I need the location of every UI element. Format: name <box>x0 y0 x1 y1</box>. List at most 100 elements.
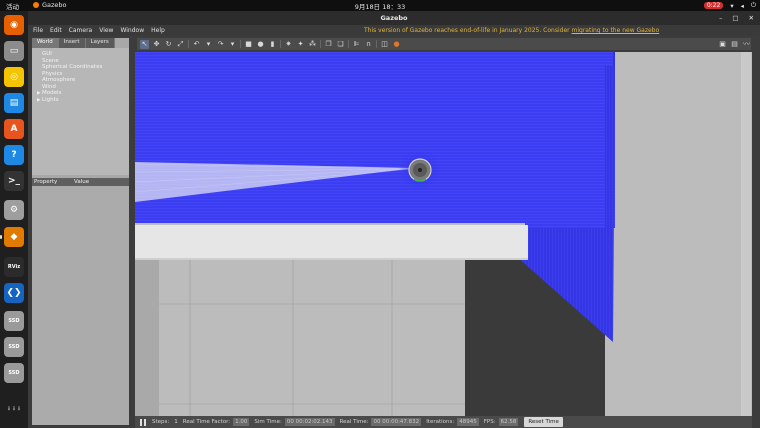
obstacle-top-surface <box>135 52 615 230</box>
tab-insert[interactable]: Insert <box>58 38 86 48</box>
dock-rhythmbox-icon[interactable]: ◎ <box>4 67 24 87</box>
pause-icon <box>140 418 142 426</box>
redo-tool-icon[interactable]: ↷ <box>216 40 225 49</box>
real-time-label: Real Time: <box>339 419 369 425</box>
sim-time-label: Sim Time: <box>254 419 282 425</box>
dock-app-grid-icon[interactable]: ⋮⋮⋮ <box>4 399 24 419</box>
menu-bar: File Edit Camera View Window Help This v… <box>28 25 760 36</box>
clock[interactable]: 9月18日 18：33 <box>0 1 760 11</box>
tab-world[interactable]: World <box>32 38 59 48</box>
system-top-bar: 活动 Gazebo 9月18日 18：33 0:22 ▾ ◂ ⏻ <box>0 0 760 11</box>
property-table-header: Property Value <box>32 178 129 186</box>
dock-software-icon[interactable]: A <box>4 119 24 139</box>
3d-viewport[interactable] <box>135 52 752 416</box>
dock-ssd-2-icon[interactable]: SSD <box>4 337 24 357</box>
rtf-value: 1.00 <box>233 418 250 426</box>
align-tool-icon[interactable]: ⊫ <box>352 40 361 49</box>
dock-writer-icon[interactable]: ▤ <box>4 93 24 113</box>
translate-tool-icon[interactable]: ✥ <box>152 40 161 49</box>
system-tray[interactable]: 0:22 ▾ ◂ ⏻ <box>703 1 756 10</box>
dock-gazebo-icon[interactable]: ◆ <box>0 227 24 247</box>
cylinder-tool-icon[interactable]: ▮ <box>268 40 277 49</box>
menu-help[interactable]: Help <box>151 27 165 34</box>
tab-layers[interactable]: Layers <box>85 38 115 48</box>
undo-dropdown-tool-icon[interactable]: ▾ <box>204 40 213 49</box>
migration-link[interactable]: migrating to the new Gazebo <box>572 27 660 34</box>
rotate-tool-icon[interactable]: ↻ <box>164 40 173 49</box>
pause-button[interactable] <box>139 418 147 426</box>
menu-view[interactable]: View <box>99 27 113 34</box>
change-view-tool-icon[interactable]: ◫ <box>380 40 389 49</box>
toolbar-separator <box>348 40 349 48</box>
dock-ssd-3-icon[interactable]: SSD <box>4 363 24 383</box>
screenshot-tool-icon[interactable]: ▣ <box>718 40 727 49</box>
right-scroll-panel[interactable] <box>741 52 751 416</box>
toolbar-separator <box>376 40 377 48</box>
dock-rviz-icon[interactable]: RViz <box>4 257 24 277</box>
tree-item-models-label: Models <box>42 90 62 96</box>
copy-tool-icon[interactable]: ❐ <box>324 40 333 49</box>
maximize-icon[interactable]: □ <box>732 11 738 25</box>
toolbar-separator <box>240 40 241 48</box>
menu-edit[interactable]: Edit <box>50 27 62 34</box>
sim-time-value: 00 00:02:02.143 <box>284 418 335 426</box>
paste-tool-icon[interactable]: ❏ <box>336 40 345 49</box>
box-tool-icon[interactable]: ■ <box>244 40 253 49</box>
directional-light-tool-icon[interactable]: ⁂ <box>308 40 317 49</box>
menu-camera[interactable]: Camera <box>69 27 93 34</box>
white-wall-edge <box>135 258 528 260</box>
rtf-label: Real Time Factor: <box>182 419 231 425</box>
scene-render <box>135 52 752 416</box>
left-panel: World Insert Layers GUI Scene Spherical … <box>32 38 129 425</box>
redo-dropdown-tool-icon[interactable]: ▾ <box>228 40 237 49</box>
fps-label: FPS: <box>483 419 496 425</box>
reset-time-button[interactable]: Reset Time <box>524 417 563 427</box>
plot-tool-icon[interactable]: 〰 <box>742 40 751 49</box>
property-table <box>32 186 129 425</box>
window-title: Gazebo <box>380 14 408 22</box>
iterations-label: Iterations: <box>426 419 455 425</box>
tree-item-lights[interactable]: ▶ Lights <box>32 97 129 104</box>
menu-file[interactable]: File <box>33 27 43 34</box>
undo-tool-icon[interactable]: ↶ <box>192 40 201 49</box>
volume-icon: ◂ <box>740 1 744 10</box>
sphere-tool-icon[interactable]: ● <box>256 40 265 49</box>
simulation-status-bar: Steps: 1 Real Time Factor: 1.00 Sim Time… <box>135 416 752 428</box>
fps-value: 62.58 <box>498 418 519 426</box>
toolbar-separator <box>320 40 321 48</box>
record-tool-icon[interactable]: ● <box>392 40 401 49</box>
gazebo-window: Gazebo – □ ✕ File Edit Camera View Windo… <box>28 11 760 428</box>
battery-indicator[interactable]: 0:22 <box>703 2 724 9</box>
log-tool-icon[interactable]: ▤ <box>730 40 739 49</box>
snap-tool-icon[interactable]: ∩ <box>364 40 373 49</box>
value-column-header: Value <box>74 179 90 185</box>
eol-notice-text: This version of Gazebo reaches end-of-li… <box>364 27 572 34</box>
minimize-icon[interactable]: – <box>719 11 722 25</box>
white-wall-block <box>135 225 528 258</box>
iterations-value: 48945 <box>457 418 479 426</box>
real-time-value: 00 00:00:47.832 <box>371 418 422 426</box>
property-column-header: Property <box>34 179 58 185</box>
power-icon: ⏻ <box>750 1 756 9</box>
close-icon[interactable]: ✕ <box>749 11 754 25</box>
select-arrow-tool-icon[interactable]: ↖ <box>140 39 149 49</box>
steps-value[interactable]: 1 <box>174 419 178 425</box>
world-tree: GUI Scene Spherical Coordinates Physics … <box>32 48 129 175</box>
dock-ssd-1-icon[interactable]: SSD <box>4 311 24 331</box>
point-light-tool-icon[interactable]: ✷ <box>284 40 293 49</box>
dock-settings-icon[interactable]: ⚙ <box>4 200 24 220</box>
dock: ◉ ▭ ◎ ▤ A? >_ ⚙ ◆ RViz ❮❯ SSD SSD SSD ⋮⋮⋮ <box>0 11 28 428</box>
wifi-icon: ▾ <box>730 1 734 10</box>
dock-firefox-icon[interactable]: ◉ <box>4 15 24 35</box>
dock-vscode-icon[interactable]: ❮❯ <box>4 283 24 303</box>
left-panel-tabs: World Insert Layers <box>32 38 115 48</box>
dock-terminal-icon[interactable]: >_ <box>4 171 24 191</box>
menu-window[interactable]: Window <box>120 27 144 34</box>
scale-tool-icon[interactable]: ⤢ <box>176 40 185 49</box>
spot-light-tool-icon[interactable]: ✦ <box>296 40 305 49</box>
tree-item-lights-label: Lights <box>42 96 59 103</box>
dock-help-icon[interactable]: ? <box>4 145 24 165</box>
window-titlebar[interactable]: Gazebo – □ ✕ <box>28 11 760 25</box>
steps-label: Steps: <box>152 419 170 425</box>
dock-files-icon[interactable]: ▭ <box>4 41 24 61</box>
